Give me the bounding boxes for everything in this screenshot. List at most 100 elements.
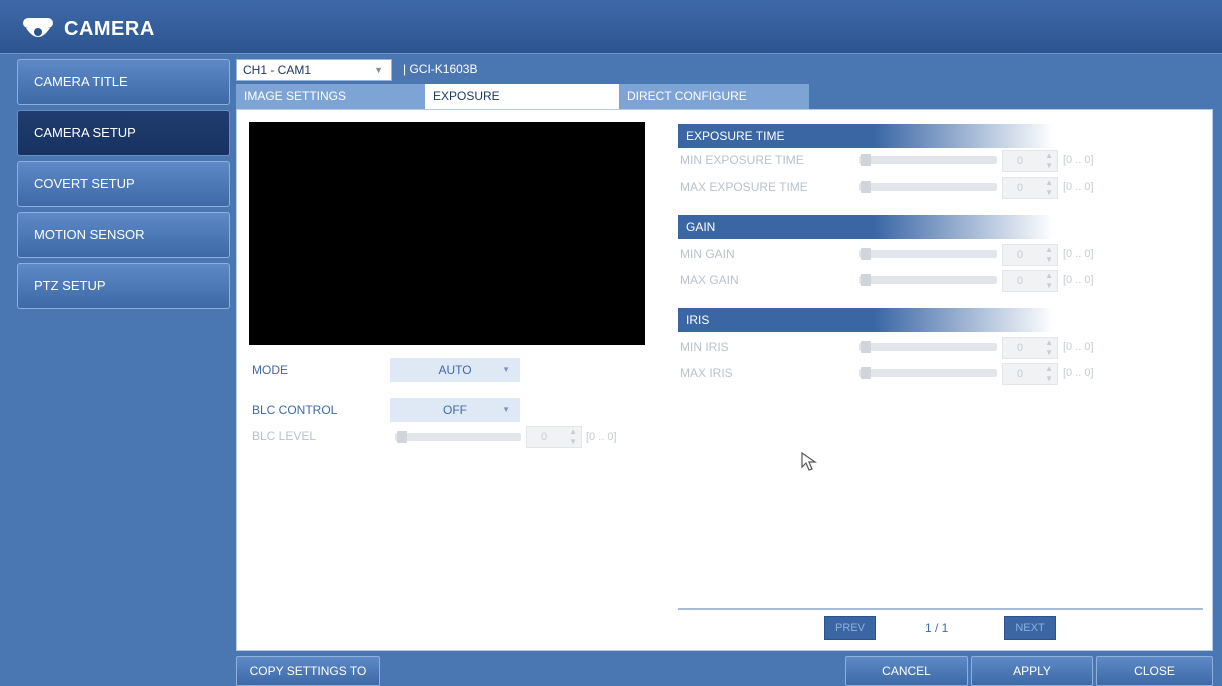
cancel-button[interactable]: CANCEL <box>845 656 968 686</box>
video-preview <box>249 122 645 345</box>
sidebar-item-label: PTZ SETUP <box>34 278 106 293</box>
slider-knob[interactable] <box>397 431 407 443</box>
page-indicator: 1 / 1 <box>925 621 949 635</box>
min-iris-slider[interactable] <box>859 341 997 353</box>
section-title: EXPOSURE TIME <box>686 129 785 143</box>
tab-image-settings[interactable]: IMAGE SETTINGS <box>236 84 425 109</box>
slider-knob[interactable] <box>861 367 871 379</box>
stepper-arrows-icon: ▲ ▼ <box>1045 271 1053 290</box>
channel-select-value: CH1 - CAM1 <box>243 63 312 77</box>
chevron-down-icon: ▼ <box>374 65 383 75</box>
sidebar-item-label: MOTION SENSOR <box>34 227 145 242</box>
max-iris-label: MAX IRIS <box>680 366 733 380</box>
spinner-value: 0 <box>1017 155 1024 167</box>
blc-level-range: [0 .. 0] <box>586 431 617 443</box>
min-gain-label: MIN GAIN <box>680 247 735 261</box>
max-gain-label: MAX GAIN <box>680 273 739 287</box>
max-exposure-time-spinner[interactable]: 0 ▲ ▼ <box>1002 177 1058 199</box>
min-iris-spinner[interactable]: 0 ▲ ▼ <box>1002 337 1058 359</box>
sidebar-item-motion-sensor[interactable]: MOTION SENSOR <box>17 212 230 258</box>
tab-exposure[interactable]: EXPOSURE <box>425 84 619 109</box>
stepper-arrows-icon: ▲ ▼ <box>1045 364 1053 383</box>
min-gain-spinner[interactable]: 0 ▲ ▼ <box>1002 244 1058 266</box>
blc-control-value: OFF <box>443 403 467 417</box>
blc-control-label: BLC CONTROL <box>252 403 338 417</box>
camera-icon <box>23 18 53 37</box>
max-iris-spinner[interactable]: 0 ▲ ▼ <box>1002 363 1058 385</box>
min-exposure-time-slider[interactable] <box>859 154 997 166</box>
window-title: CAMERA <box>64 18 155 40</box>
spinner-value: 0 <box>541 431 548 443</box>
min-gain-range: [0 .. 0] <box>1063 248 1094 260</box>
apply-button[interactable]: APPLY <box>971 656 1093 686</box>
stepper-arrows-icon: ▲ ▼ <box>1045 151 1053 170</box>
section-title: IRIS <box>686 313 710 327</box>
blc-level-spinner[interactable]: 0 ▲ ▼ <box>526 426 582 448</box>
slider-knob[interactable] <box>861 154 871 166</box>
slider-knob[interactable] <box>861 181 871 193</box>
section-title: GAIN <box>686 220 716 234</box>
mode-dropdown[interactable]: AUTO ▼ <box>390 358 520 382</box>
chevron-down-icon: ▼ <box>502 405 510 414</box>
slider-knob[interactable] <box>861 248 871 260</box>
spinner-value: 0 <box>1017 275 1024 287</box>
section-iris: IRIS <box>678 308 1054 332</box>
mouse-cursor-icon <box>801 451 817 471</box>
spinner-value: 0 <box>1017 249 1024 261</box>
slider-knob[interactable] <box>861 274 871 286</box>
sidebar-item-label: CAMERA TITLE <box>34 74 128 89</box>
min-iris-label: MIN IRIS <box>680 340 729 354</box>
stepper-arrows-icon: ▲ ▼ <box>1045 245 1053 264</box>
blc-level-label: BLC LEVEL <box>252 429 317 443</box>
mode-label: MODE <box>252 363 288 377</box>
pagination-divider <box>678 608 1203 610</box>
cancel-label: CANCEL <box>882 664 931 678</box>
tab-label: IMAGE SETTINGS <box>244 89 347 103</box>
tab-direct-configure[interactable]: DIRECT CONFIGURE <box>619 84 809 109</box>
spinner-value: 0 <box>1017 182 1024 194</box>
spinner-value: 0 <box>1017 342 1024 354</box>
sidebar-item-covert-setup[interactable]: COVERT SETUP <box>17 161 230 207</box>
max-gain-range: [0 .. 0] <box>1063 274 1094 286</box>
channel-select[interactable]: CH1 - CAM1 ▼ <box>236 59 392 81</box>
copy-settings-button[interactable]: COPY SETTINGS TO <box>236 656 380 686</box>
spinner-value: 0 <box>1017 368 1024 380</box>
max-gain-slider[interactable] <box>859 274 997 286</box>
blc-control-dropdown[interactable]: OFF ▼ <box>390 398 520 422</box>
exposure-panel: MODE AUTO ▼ BLC CONTROL OFF ▼ BLC LEVEL … <box>236 109 1213 651</box>
close-label: CLOSE <box>1134 664 1175 678</box>
tab-label: DIRECT CONFIGURE <box>627 89 747 103</box>
section-exposure-time: EXPOSURE TIME <box>678 124 1054 148</box>
sidebar-item-ptz-setup[interactable]: PTZ SETUP <box>17 263 230 309</box>
next-page-button[interactable]: NEXT <box>1004 616 1056 640</box>
sidebar-item-camera-title[interactable]: CAMERA TITLE <box>17 59 230 105</box>
stepper-arrows-icon: ▲ ▼ <box>1045 178 1053 197</box>
section-gain: GAIN <box>678 215 1054 239</box>
prev-page-button[interactable]: PREV <box>824 616 876 640</box>
max-iris-slider[interactable] <box>859 367 997 379</box>
title-bar: CAMERA <box>0 0 1222 54</box>
stepper-arrows-icon: ▲ ▼ <box>1045 338 1053 357</box>
sidebar-item-camera-setup[interactable]: CAMERA SETUP <box>17 110 230 156</box>
close-button[interactable]: CLOSE <box>1096 656 1213 686</box>
min-iris-range: [0 .. 0] <box>1063 341 1094 353</box>
min-gain-slider[interactable] <box>859 248 997 260</box>
camera-model-label: | GCI-K1603B <box>403 62 478 76</box>
apply-label: APPLY <box>1013 664 1051 678</box>
slider-knob[interactable] <box>861 341 871 353</box>
next-label: NEXT <box>1015 622 1045 634</box>
sidebar-item-label: CAMERA SETUP <box>34 125 136 140</box>
max-gain-spinner[interactable]: 0 ▲ ▼ <box>1002 270 1058 292</box>
min-exposure-time-spinner[interactable]: 0 ▲ ▼ <box>1002 150 1058 172</box>
min-exposure-time-range: [0 .. 0] <box>1063 154 1094 166</box>
mode-value: AUTO <box>438 363 472 377</box>
blc-level-slider[interactable] <box>395 431 521 443</box>
chevron-down-icon: ▼ <box>502 365 510 374</box>
stepper-arrows-icon: ▲ ▼ <box>569 427 577 446</box>
min-exposure-time-label: MIN EXPOSURE TIME <box>680 153 804 167</box>
max-exposure-time-slider[interactable] <box>859 181 997 193</box>
max-exposure-time-label: MAX EXPOSURE TIME <box>680 180 808 194</box>
copy-settings-label: COPY SETTINGS TO <box>249 664 367 678</box>
max-iris-range: [0 .. 0] <box>1063 367 1094 379</box>
sidebar-item-label: COVERT SETUP <box>34 176 135 191</box>
